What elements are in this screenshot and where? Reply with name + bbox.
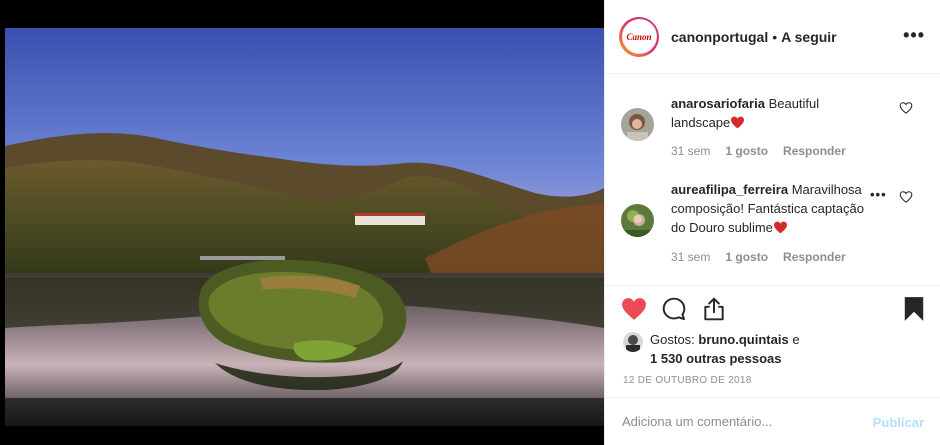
comment-like-icon[interactable]	[899, 101, 913, 115]
heart-filled-icon[interactable]	[621, 296, 647, 322]
landscape-photo	[5, 28, 604, 426]
likes-text: Gostos: bruno.quintais e 1 530 outras pe…	[650, 330, 800, 368]
likes-prefix: Gostos:	[650, 332, 695, 347]
heart-emoji-icon	[731, 116, 745, 129]
bookmark-icon[interactable]	[901, 296, 927, 322]
header-separator: •	[772, 28, 778, 45]
publish-button[interactable]: Publicar	[873, 415, 924, 430]
canon-logo: Canon	[626, 31, 652, 42]
post-photo-pane[interactable]	[0, 0, 604, 445]
commenter-photo-icon	[621, 108, 654, 141]
comment-icon[interactable]	[661, 296, 687, 322]
post-header: Canon canonportugal • A seguir •••	[605, 0, 940, 74]
commenter-photo-icon	[621, 204, 654, 237]
comment-likes[interactable]: 1 gosto	[725, 250, 768, 264]
liker-photo-icon	[623, 332, 643, 352]
share-icon[interactable]	[701, 296, 727, 322]
comment-meta: 31 sem 1 gosto Responder	[671, 250, 846, 264]
more-options-icon[interactable]: •••	[903, 26, 925, 44]
comment-likes[interactable]: 1 gosto	[725, 144, 768, 158]
comments-list: anarosariofaria Beautiful landscape 31 s…	[605, 74, 940, 286]
comment-username[interactable]: anarosariofaria	[671, 96, 765, 111]
likes-count-link[interactable]: 1 530 outras pessoas	[650, 351, 782, 366]
liker-avatar[interactable]	[623, 332, 643, 352]
post-side-panel: Canon canonportugal • A seguir ••• anaro…	[604, 0, 940, 445]
reply-button[interactable]: Responder	[783, 144, 846, 158]
comment-composer: Publicar	[605, 398, 940, 445]
likes-connector: e	[792, 332, 800, 347]
comment-age: 31 sem	[671, 144, 711, 158]
commenter-avatar[interactable]	[621, 204, 654, 237]
liker-username[interactable]: bruno.quintais	[698, 332, 788, 347]
comment-text: anarosariofaria Beautiful landscape	[671, 94, 876, 132]
comment-meta: 31 sem 1 gosto Responder	[671, 144, 846, 158]
commenter-avatar[interactable]	[621, 108, 654, 141]
comment-text: aureafilipa_ferreira Maravilhosa composi…	[671, 180, 871, 237]
comment-like-icon[interactable]	[899, 190, 913, 204]
post-date[interactable]: 12 DE OUTUBRO DE 2018	[623, 375, 752, 386]
header-text: canonportugal • A seguir	[671, 29, 837, 45]
account-avatar-inner: Canon	[621, 19, 657, 54]
account-username[interactable]: canonportugal	[671, 29, 768, 45]
likes-summary: Gostos: bruno.quintais e 1 530 outras pe…	[623, 330, 800, 368]
comment-username[interactable]: aureafilipa_ferreira	[671, 182, 788, 197]
account-avatar[interactable]: Canon	[619, 16, 659, 57]
comment-age: 31 sem	[671, 250, 711, 264]
comment-input[interactable]	[622, 414, 852, 429]
reply-button[interactable]: Responder	[783, 250, 846, 264]
comment-more-options-icon[interactable]: •••	[870, 187, 887, 202]
heart-emoji-icon	[773, 221, 787, 234]
post-actions: Gostos: bruno.quintais e 1 530 outras pe…	[605, 286, 940, 398]
following-button[interactable]: A seguir	[781, 29, 837, 45]
